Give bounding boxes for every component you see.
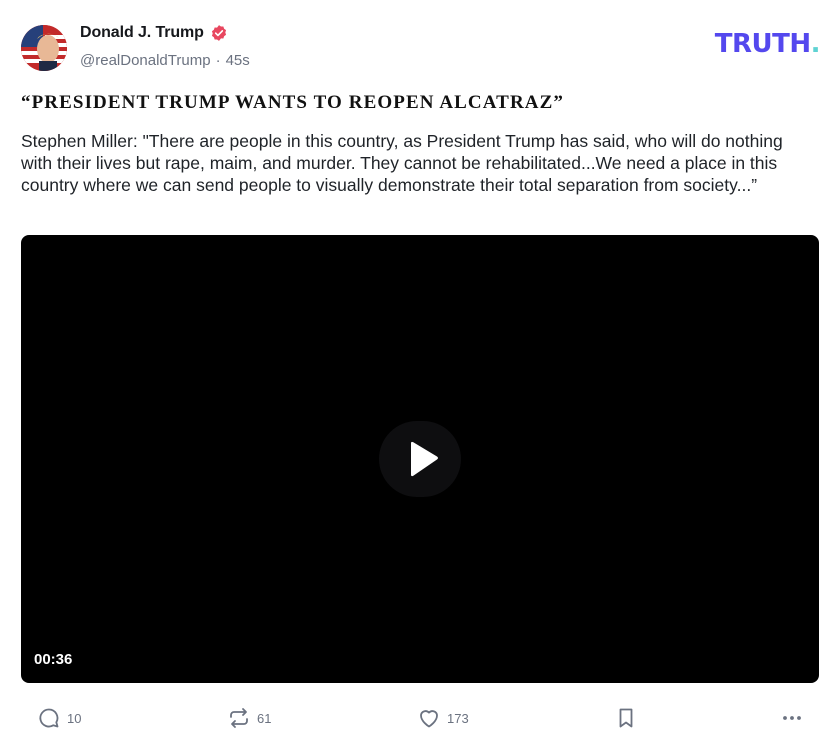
reply-button[interactable]: 10 xyxy=(37,703,81,733)
post-actions-bar: 10 61 173 xyxy=(0,703,840,733)
truth-social-logo[interactable]: TRUTH. xyxy=(714,29,821,59)
post-timestamp[interactable]: 45s xyxy=(226,52,250,69)
like-count: 173 xyxy=(447,710,469,726)
heart-icon xyxy=(420,710,438,728)
author-name-row: Donald J. Trump xyxy=(80,24,228,42)
verified-badge-icon xyxy=(210,24,228,42)
meta-separator: · xyxy=(215,52,221,69)
video-duration: 00:36 xyxy=(34,651,73,668)
comment-icon xyxy=(39,708,59,728)
more-icon xyxy=(783,716,801,720)
reply-count: 10 xyxy=(67,710,82,726)
logo-dot: . xyxy=(810,29,821,59)
logo-text: TRUTH xyxy=(714,29,811,59)
avatar[interactable] xyxy=(21,25,67,71)
play-icon xyxy=(411,441,438,477)
post-body-text: Stephen Miller: "There are people in thi… xyxy=(21,131,783,195)
video-player[interactable]: 00:36 xyxy=(21,235,819,683)
play-button[interactable] xyxy=(379,421,461,497)
retruth-button[interactable]: 61 xyxy=(227,703,271,733)
avatar-image xyxy=(21,25,67,71)
retruth-icon xyxy=(230,708,248,728)
bookmark-button[interactable] xyxy=(614,703,638,733)
more-options-button[interactable] xyxy=(780,703,804,733)
like-button[interactable]: 173 xyxy=(417,703,469,733)
truth-post: Donald J. Trump @realDonaldTrump · 45s T… xyxy=(0,0,840,753)
bookmark-icon xyxy=(619,708,633,728)
post-title: “PRESIDENT TRUMP WANTS TO REOPEN ALCATRA… xyxy=(21,92,564,113)
author-display-name[interactable]: Donald J. Trump xyxy=(80,24,204,42)
author-meta-row: @realDonaldTrump · 45s xyxy=(80,52,250,69)
retruth-count: 61 xyxy=(257,710,272,726)
author-handle[interactable]: @realDonaldTrump xyxy=(80,52,211,69)
